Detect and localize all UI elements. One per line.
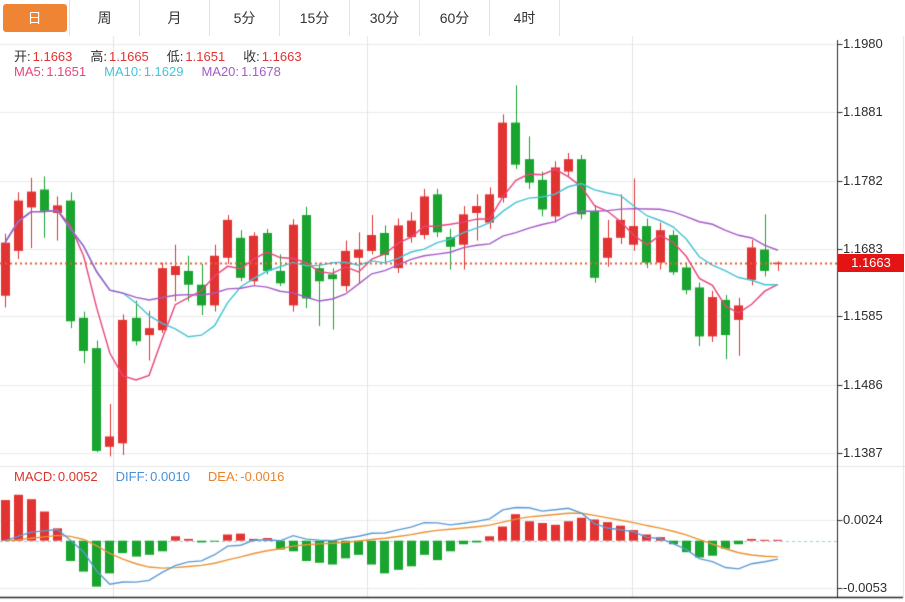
legend-value: 1.1663	[33, 49, 73, 64]
ma-legend: MA5:1.1651 MA10:1.1629 MA20:1.1678	[14, 64, 299, 79]
price-tick-label: 1.1881	[843, 104, 903, 119]
tab-5min[interactable]: 5分	[210, 0, 280, 36]
tab-label: 60分	[440, 4, 470, 32]
legend-value: 1.1629	[144, 64, 184, 79]
legend-label: MACD:	[14, 469, 56, 484]
macd-tick-label: -0.0053	[843, 580, 903, 595]
price-tick-label: 1.1387	[843, 445, 903, 460]
tab-4hour[interactable]: 4时	[490, 0, 560, 36]
tab-label: 30分	[370, 4, 400, 32]
current-price-tag: 1.1663	[838, 254, 904, 272]
tab-label: 15分	[300, 4, 330, 32]
timeframe-tab-bar: 日 周 月 5分 15分 30分 60分 4时	[0, 0, 905, 36]
legend-value: 1.1665	[109, 49, 149, 64]
candlestick-chart-canvas[interactable]	[0, 0, 905, 602]
ohlc-legend: 开:1.1663高:1.1665低:1.1651收:1.1663	[14, 46, 320, 65]
tab-60min[interactable]: 60分	[420, 0, 490, 36]
legend-label: DEA:	[208, 469, 238, 484]
tab-label: 日	[3, 4, 67, 32]
legend-label: 高:	[90, 49, 107, 64]
price-tick-label: 1.1782	[843, 173, 903, 188]
legend-pair: MA5:1.1651	[14, 64, 86, 79]
legend-value: 0.0010	[150, 469, 190, 484]
macd-legend: MACD:0.0052 DIFF:0.0010 DEA:-0.0016	[14, 469, 302, 484]
legend-label: MA20:	[201, 64, 239, 79]
tab-label: 5分	[234, 4, 256, 32]
legend-pair: MACD:0.0052	[14, 469, 98, 484]
legend-label: 收:	[243, 49, 260, 64]
legend-label: MA10:	[104, 64, 142, 79]
legend-pair: 低:1.1651	[167, 49, 225, 64]
macd-tick-label: 0.0024	[843, 512, 903, 527]
legend-pair: MA20:1.1678	[201, 64, 280, 79]
legend-pair: 开:1.1663	[14, 49, 72, 64]
legend-pair: 高:1.1665	[90, 49, 148, 64]
tab-30min[interactable]: 30分	[350, 0, 420, 36]
tab-label: 4时	[514, 4, 536, 32]
tab-15min[interactable]: 15分	[280, 0, 350, 36]
tab-month[interactable]: 月	[140, 0, 210, 36]
legend-value: 0.0052	[58, 469, 98, 484]
legend-value: 1.1678	[241, 64, 281, 79]
tab-day[interactable]: 日	[0, 0, 70, 36]
price-tick-label: 1.1486	[843, 377, 903, 392]
legend-pair: DIFF:0.0010	[116, 469, 190, 484]
legend-label: MA5:	[14, 64, 44, 79]
tab-label: 周	[98, 4, 112, 32]
legend-value: 1.1651	[46, 64, 86, 79]
legend-pair: 收:1.1663	[243, 49, 301, 64]
legend-label: DIFF:	[116, 469, 149, 484]
legend-pair: MA10:1.1629	[104, 64, 183, 79]
legend-value: 1.1663	[262, 49, 302, 64]
price-tick-label: 1.1980	[843, 36, 903, 51]
legend-label: 开:	[14, 49, 31, 64]
tab-label: 月	[168, 4, 182, 32]
legend-pair: DEA:-0.0016	[208, 469, 284, 484]
legend-value: -0.0016	[240, 469, 284, 484]
price-tick-label: 1.1585	[843, 308, 903, 323]
legend-value: 1.1651	[185, 49, 225, 64]
tab-week[interactable]: 周	[70, 0, 140, 36]
legend-label: 低:	[167, 49, 184, 64]
